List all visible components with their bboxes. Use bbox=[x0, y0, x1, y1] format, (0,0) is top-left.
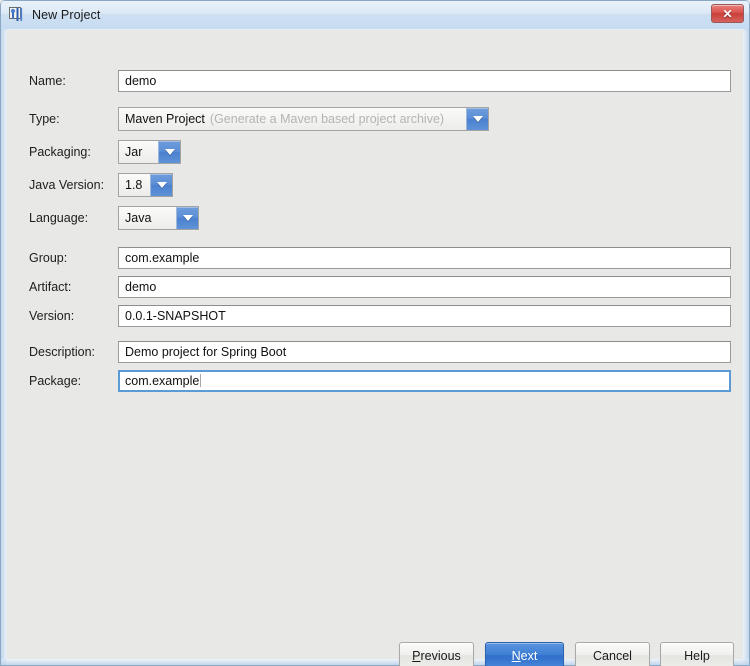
language-combo-chevron-down-icon[interactable] bbox=[176, 207, 198, 229]
type-combo-value: Maven Project bbox=[125, 112, 205, 126]
type-combo-chevron-down-icon[interactable] bbox=[466, 108, 488, 130]
type-label: Type: bbox=[29, 112, 60, 126]
intellij-logo-icon bbox=[9, 7, 25, 23]
new-project-dialog: New Project ✕ Name: demo Type: Maven Pro… bbox=[0, 0, 750, 666]
title-bar[interactable]: New Project ✕ bbox=[1, 1, 749, 29]
project-form: Name: demo Type: Maven Project (Generate… bbox=[7, 30, 743, 610]
next-rest: ext bbox=[520, 648, 538, 663]
package-label: Package: bbox=[29, 374, 82, 388]
artifact-input[interactable]: demo bbox=[118, 276, 731, 298]
chevron-down-icon bbox=[472, 116, 483, 122]
close-button[interactable]: ✕ bbox=[711, 4, 744, 23]
language-label: Language: bbox=[29, 211, 89, 225]
type-combo[interactable]: Maven Project (Generate a Maven based pr… bbox=[118, 107, 489, 131]
type-combo-hint: (Generate a Maven based project archive) bbox=[209, 112, 445, 126]
java-version-combo-value-wrap: 1.8 bbox=[119, 174, 150, 196]
group-input[interactable]: com.example bbox=[118, 247, 731, 269]
language-combo[interactable]: Java bbox=[118, 206, 199, 230]
description-input[interactable]: Demo project for Spring Boot bbox=[118, 341, 731, 363]
close-icon: ✕ bbox=[722, 6, 733, 21]
chevron-down-icon bbox=[164, 149, 175, 155]
packaging-combo-chevron-down-icon[interactable] bbox=[158, 141, 180, 163]
package-input-value: com.example bbox=[125, 374, 200, 388]
previous-rest: revious bbox=[420, 648, 461, 663]
artifact-label: Artifact: bbox=[29, 280, 72, 294]
text-caret bbox=[200, 374, 202, 387]
help-button[interactable]: Help bbox=[660, 642, 734, 666]
next-button[interactable]: Next bbox=[485, 642, 564, 666]
group-label: Group: bbox=[29, 251, 68, 265]
package-input[interactable]: com.example bbox=[118, 370, 731, 392]
type-combo-value-wrap: Maven Project (Generate a Maven based pr… bbox=[119, 108, 466, 130]
dialog-button-bar: Previous Next Cancel Help bbox=[7, 642, 743, 666]
help-button-label: Help bbox=[684, 648, 710, 663]
previous-button[interactable]: Previous bbox=[399, 642, 474, 666]
cancel-button[interactable]: Cancel bbox=[575, 642, 650, 666]
java-version-label: Java Version: bbox=[29, 178, 105, 192]
packaging-combo-value-wrap: Jar bbox=[119, 141, 158, 163]
chevron-down-icon bbox=[156, 182, 167, 188]
java-version-combo-value: 1.8 bbox=[125, 178, 143, 192]
description-label: Description: bbox=[29, 345, 95, 359]
previous-mnemonic: P bbox=[412, 648, 421, 663]
name-input[interactable]: demo bbox=[118, 70, 731, 92]
packaging-combo-value: Jar bbox=[125, 145, 143, 159]
dialog-client-area: Name: demo Type: Maven Project (Generate… bbox=[7, 29, 743, 666]
version-input[interactable]: 0.0.1-SNAPSHOT bbox=[118, 305, 731, 327]
chevron-down-icon bbox=[182, 215, 193, 221]
window-frame-right-edge bbox=[743, 1, 749, 665]
java-version-combo[interactable]: 1.8 bbox=[118, 173, 173, 197]
java-version-combo-chevron-down-icon[interactable] bbox=[150, 174, 172, 196]
packaging-label: Packaging: bbox=[29, 145, 91, 159]
next-button-label: Next bbox=[512, 649, 538, 663]
previous-button-label: Previous bbox=[412, 649, 461, 663]
version-label: Version: bbox=[29, 309, 75, 323]
next-mnemonic: N bbox=[511, 648, 521, 663]
name-label: Name: bbox=[29, 74, 66, 88]
language-combo-value: Java bbox=[125, 211, 152, 225]
window-title: New Project bbox=[32, 8, 101, 22]
cancel-button-label: Cancel bbox=[593, 648, 632, 663]
packaging-combo[interactable]: Jar bbox=[118, 140, 181, 164]
language-combo-value-wrap: Java bbox=[119, 207, 176, 229]
